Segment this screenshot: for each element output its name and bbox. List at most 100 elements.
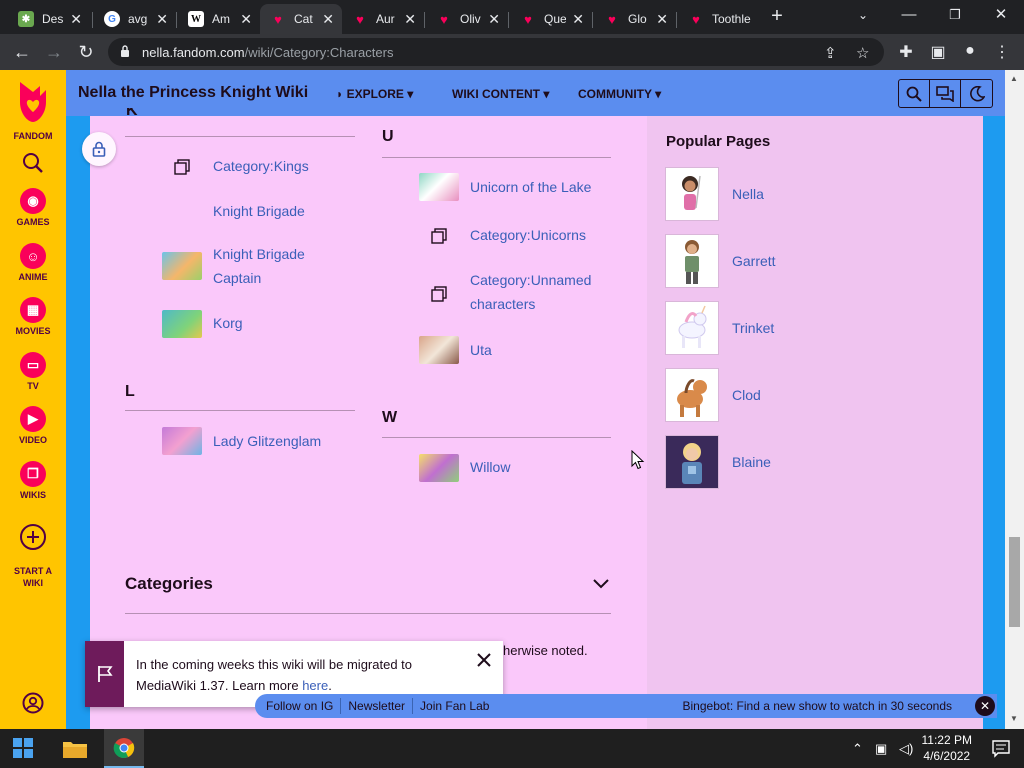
- page-scrollbar[interactable]: ▲ ▼: [1005, 70, 1024, 729]
- category-member-link[interactable]: Knight Brigade Captain: [213, 242, 343, 290]
- category-member-link[interactable]: Knight Brigade: [213, 199, 305, 223]
- browser-tab[interactable]: W Am ✕: [178, 4, 260, 34]
- popular-thumbnail[interactable]: [665, 234, 719, 288]
- theme-toggle-button[interactable]: [961, 80, 992, 107]
- share-icon[interactable]: ⇪: [824, 44, 837, 62]
- rail-anime[interactable]: ☺ ANIME: [0, 243, 66, 282]
- browser-tab[interactable]: ♥ Oliv ✕: [426, 4, 508, 34]
- browser-tab[interactable]: G avg ✕: [94, 4, 176, 34]
- popular-thumbnail[interactable]: [665, 167, 719, 221]
- close-window-button[interactable]: ✕: [986, 2, 1016, 28]
- close-bar-icon[interactable]: ✕: [975, 696, 995, 716]
- header-search-button[interactable]: [899, 80, 930, 107]
- rail-games[interactable]: ◉ GAMES: [0, 188, 66, 227]
- newsletter-link[interactable]: Newsletter: [341, 698, 414, 714]
- scroll-down-icon[interactable]: ▼: [1010, 714, 1018, 723]
- popular-page-link[interactable]: Garrett: [732, 253, 776, 269]
- popular-page-link[interactable]: Nella: [732, 186, 764, 202]
- tray-overflow-icon[interactable]: ⌃: [852, 741, 863, 757]
- category-member-link[interactable]: Willow: [470, 455, 510, 479]
- page-protection-button[interactable]: [82, 132, 116, 166]
- side-panel-icon[interactable]: ▣: [928, 42, 948, 62]
- member-thumbnail[interactable]: [419, 454, 459, 482]
- windows-start-icon[interactable]: [12, 737, 34, 759]
- address-bar[interactable]: nella.fandom.com/wiki/Category:Character…: [108, 38, 884, 66]
- browser-tab[interactable]: ♥ Que ✕: [510, 4, 592, 34]
- rail-tv[interactable]: ▭ TV: [0, 352, 66, 391]
- category-member-link[interactable]: Category:Kings: [213, 154, 309, 178]
- browser-tab-active[interactable]: ♥ Cat ✕: [260, 4, 342, 34]
- popular-thumbnail[interactable]: [665, 368, 719, 422]
- fandom-logo-icon[interactable]: [14, 80, 52, 124]
- scrollbar-thumb[interactable]: [1009, 537, 1020, 627]
- chrome-taskbar-button[interactable]: [104, 729, 144, 768]
- tab-close-icon[interactable]: ✕: [322, 11, 334, 28]
- close-icon[interactable]: [477, 653, 491, 667]
- category-member-link[interactable]: Category:Unnamed characters: [470, 268, 610, 316]
- file-explorer-icon[interactable]: [62, 738, 88, 760]
- browser-tab[interactable]: ✱ Des ✕: [8, 4, 90, 34]
- tab-close-icon[interactable]: ✕: [488, 11, 500, 28]
- rail-video[interactable]: ▶ VIDEO: [0, 406, 66, 445]
- learn-more-link[interactable]: here: [302, 678, 328, 693]
- join-fan-lab-link[interactable]: Join Fan Lab: [413, 698, 496, 714]
- browser-tab[interactable]: ♥ Aur ✕: [342, 4, 424, 34]
- tab-close-icon[interactable]: ✕: [572, 11, 584, 28]
- profile-icon[interactable]: ●: [960, 42, 980, 60]
- member-thumbnail[interactable]: [162, 310, 202, 338]
- categories-heading[interactable]: Categories: [125, 574, 213, 594]
- rail-movies[interactable]: ▦ MOVIES: [0, 297, 66, 336]
- search-icon[interactable]: [22, 152, 44, 174]
- nav-community[interactable]: COMMUNITY ▾: [578, 87, 661, 101]
- rail-wikis[interactable]: ❐ WIKIS: [0, 461, 66, 500]
- category-member-link[interactable]: Category:Unicorns: [470, 223, 586, 247]
- browser-tab[interactable]: ♥ Toothle: [678, 4, 762, 34]
- tab-close-icon[interactable]: ✕: [404, 11, 416, 28]
- tab-close-icon[interactable]: ✕: [656, 11, 668, 28]
- tab-close-icon[interactable]: ✕: [240, 11, 252, 28]
- user-account-icon[interactable]: [22, 692, 44, 714]
- wiki-header: Nella the Princess Knight Wiki ◗ EXPLORE…: [66, 70, 1005, 116]
- popular-page-link[interactable]: Clod: [732, 387, 761, 403]
- category-member-link[interactable]: Lady Glitzenglam: [213, 429, 321, 453]
- menu-icon[interactable]: ⋮: [992, 42, 1012, 62]
- category-member-link[interactable]: Korg: [213, 311, 243, 335]
- wiki-title[interactable]: Nella the Princess Knight Wiki: [78, 84, 308, 102]
- tab-close-icon[interactable]: ✕: [70, 11, 82, 28]
- category-member-link[interactable]: Uta: [470, 338, 492, 362]
- restore-button[interactable]: ❐: [940, 2, 970, 28]
- popular-thumbnail[interactable]: [665, 301, 719, 355]
- tab-close-icon[interactable]: ✕: [156, 11, 168, 28]
- minimize-button[interactable]: —: [894, 2, 924, 28]
- nav-explore[interactable]: ◗ EXPLORE ▾: [336, 87, 413, 101]
- browser-tab[interactable]: ♥ Glo ✕: [594, 4, 676, 34]
- bingebot-link[interactable]: Bingebot: Find a new show to watch in 30…: [683, 699, 953, 713]
- scroll-up-icon[interactable]: ▲: [1010, 74, 1018, 83]
- nav-wiki-content[interactable]: WIKI CONTENT ▾: [452, 87, 549, 101]
- rail-start-wiki[interactable]: START A WIKI: [0, 511, 66, 589]
- new-tab-button[interactable]: +: [766, 6, 788, 28]
- notifications-icon[interactable]: [992, 740, 1010, 758]
- bookmark-star-icon[interactable]: ☆: [856, 44, 869, 62]
- discussions-button[interactable]: [930, 80, 961, 107]
- popular-thumbnail[interactable]: [665, 435, 719, 489]
- member-thumbnail[interactable]: [162, 252, 202, 280]
- extensions-icon[interactable]: ✚: [896, 42, 916, 62]
- category-member-link[interactable]: Unicorn of the Lake: [470, 175, 591, 199]
- tab-search-icon[interactable]: ⌄: [848, 2, 878, 28]
- taskbar-clock[interactable]: 11:22 PM 4/6/2022: [922, 732, 972, 764]
- popular-page-link[interactable]: Blaine: [732, 454, 771, 470]
- chevron-down-icon[interactable]: [592, 575, 610, 593]
- forward-button[interactable]: →: [42, 40, 66, 64]
- reload-button[interactable]: ↻: [74, 40, 98, 64]
- popular-page-link[interactable]: Trinket: [732, 320, 774, 336]
- back-button[interactable]: ←: [10, 40, 34, 64]
- member-thumbnail[interactable]: [419, 173, 459, 201]
- follow-ig-link[interactable]: Follow on IG: [255, 698, 342, 714]
- volume-icon[interactable]: ◁): [899, 741, 913, 757]
- mouse-cursor-icon: [631, 450, 645, 470]
- network-icon[interactable]: ▣: [875, 741, 887, 757]
- member-thumbnail[interactable]: [419, 336, 459, 364]
- member-thumbnail[interactable]: [162, 427, 202, 455]
- url-text[interactable]: nella.fandom.com/wiki/Category:Character…: [142, 45, 393, 60]
